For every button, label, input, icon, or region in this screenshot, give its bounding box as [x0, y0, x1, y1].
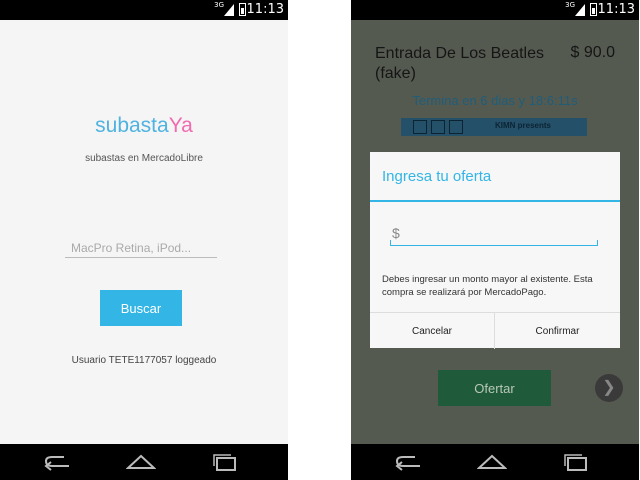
item-title: Entrada De Los Beatles (fake)	[375, 45, 544, 82]
nav-bar	[351, 444, 639, 480]
app-logo: subastaYa	[0, 114, 288, 138]
dialog-message: Debes ingresar un monto mayor al existen…	[382, 274, 593, 298]
status-bar: 3G 11:13	[0, 0, 288, 20]
search-button[interactable]: Buscar	[100, 290, 182, 326]
logo-text-accent: Ya	[168, 114, 193, 137]
recent-apps-icon[interactable]	[210, 452, 240, 472]
dialog-title: Ingresa tu oferta	[382, 168, 492, 185]
ticket-cell	[413, 120, 427, 134]
dialog-divider	[370, 200, 620, 202]
home-icon[interactable]	[126, 452, 156, 472]
back-icon[interactable]	[393, 452, 423, 472]
status-bar: 3G 11:13	[351, 0, 639, 20]
search-input[interactable]	[65, 238, 217, 258]
item-screen: Entrada De Los Beatles (fake) $ 90.0 Ter…	[351, 20, 639, 444]
item-price: $ 90.0	[570, 44, 615, 61]
ticket-cell	[431, 120, 445, 134]
ticket-cell	[449, 120, 463, 134]
home-icon[interactable]	[477, 452, 507, 472]
app-subtitle: subastas en MercadoLibre	[85, 153, 203, 164]
bid-dialog: Ingresa tu oferta $ Debes ingresar un mo…	[370, 152, 620, 349]
bid-amount-input[interactable]	[406, 224, 596, 244]
search-phone-screen: 3G 11:13 subastaYa subastas en MercadoLi…	[0, 0, 288, 480]
status-time: 11:13	[597, 2, 635, 17]
item-phone-screen: 3G 11:13 Entrada De Los Beatles (fake) $…	[351, 0, 639, 480]
currency-symbol: $	[392, 225, 400, 241]
offer-button[interactable]: Ofertar	[438, 370, 551, 406]
confirm-button[interactable]: Confirmar	[495, 313, 620, 349]
ticket-image: KIMN presents	[401, 118, 587, 136]
signal-icon	[575, 4, 585, 16]
recent-apps-icon[interactable]	[561, 452, 591, 472]
network-type: 3G	[214, 1, 224, 9]
user-status: Usuario TETE1177057 loggeado	[71, 355, 217, 366]
back-icon[interactable]	[42, 452, 72, 472]
field-edge	[390, 240, 391, 245]
nav-bar	[0, 444, 288, 480]
dialog-buttons: Cancelar Confirmar	[370, 312, 620, 349]
field-edge	[597, 240, 598, 245]
chevron-right-icon[interactable]: ❯	[595, 374, 623, 402]
ticket-text: KIMN presents	[494, 121, 551, 130]
status-time: 11:13	[246, 2, 284, 17]
logo-text-main: subasta	[95, 114, 169, 137]
auction-countdown: Termina en 6 dias y 18:6:11s	[412, 93, 578, 108]
battery-icon	[590, 3, 597, 16]
signal-icon	[224, 4, 234, 16]
search-screen: subastaYa subastas en MercadoLibre Busca…	[0, 20, 288, 444]
battery-icon	[239, 3, 246, 16]
network-type: 3G	[565, 1, 575, 9]
cancel-button[interactable]: Cancelar	[370, 313, 495, 349]
bid-amount-field[interactable]: $	[390, 224, 598, 246]
